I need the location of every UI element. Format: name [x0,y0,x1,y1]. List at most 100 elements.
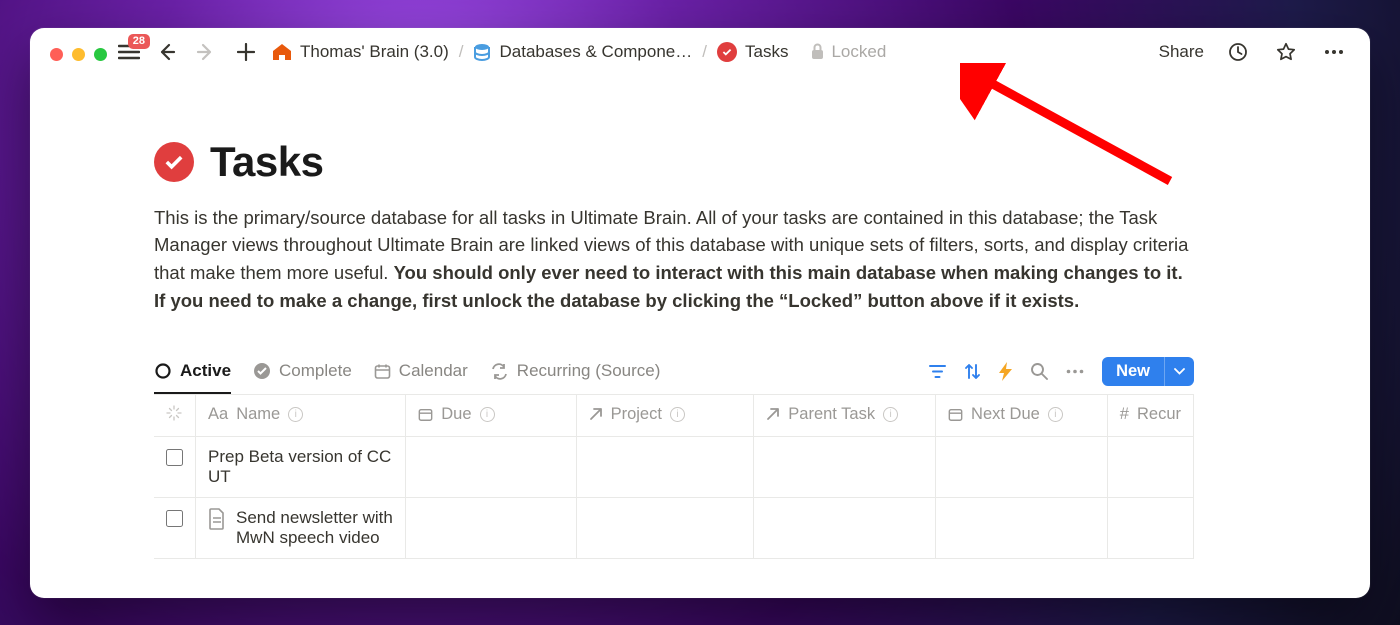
window-traffic-lights [50,48,107,61]
new-button-split: New [1102,357,1194,386]
sidebar-toggle[interactable]: 28 [118,43,140,61]
column-label: Due [441,405,471,424]
cell-next-due[interactable] [936,436,1108,497]
check-badge-icon [717,42,737,62]
page-description[interactable]: This is the primary/source database for … [154,204,1194,315]
relation-icon [766,407,780,421]
check-circle-filled-icon [253,362,271,380]
lock-icon [810,43,825,60]
column-header-due[interactable]: Duei [406,395,576,437]
column-label: Recur [1137,405,1181,424]
column-label: Project [611,405,662,424]
cell-name[interactable]: Send newsletter with MwN speech video [208,508,393,548]
tab-complete[interactable]: Complete [253,349,352,394]
cell-project[interactable] [576,436,754,497]
cell-parent-task[interactable] [754,497,936,558]
column-header-next-due[interactable]: Next Due i [936,395,1108,437]
tab-label: Recurring (Source) [517,361,661,381]
view-options-button[interactable] [1066,369,1084,374]
lightning-icon [999,362,1012,381]
cell-recur[interactable] [1107,436,1193,497]
sort-icon [964,363,981,380]
share-button[interactable]: Share [1159,42,1204,62]
notification-badge: 28 [128,34,150,49]
info-icon: i [883,407,898,422]
drag-handle-icon [166,405,182,421]
tab-active[interactable]: Active [154,349,231,394]
tab-label: Active [180,361,231,381]
automations-button[interactable] [999,362,1012,381]
row-menu-header [154,395,196,437]
cell-due[interactable] [406,436,576,497]
cell-next-due[interactable] [936,497,1108,558]
breadcrumb-tasks[interactable]: Tasks [717,42,788,62]
info-icon: i [670,407,685,422]
row-checkbox[interactable] [166,510,183,527]
clock-icon [1228,42,1248,62]
column-label: Next Due [971,405,1040,424]
tab-recurring[interactable]: Recurring (Source) [490,349,661,394]
database-icon [473,43,491,61]
cell-due[interactable] [406,497,576,558]
locked-indicator[interactable]: Locked [810,42,886,62]
sort-button[interactable] [964,363,981,380]
new-page-button[interactable] [232,38,260,66]
breadcrumb-databases[interactable]: Databases & Compone… [473,42,692,62]
cell-recur[interactable] [1107,497,1193,558]
table-row[interactable]: Send newsletter with MwN speech video [154,497,1194,558]
column-header-parent-task[interactable]: Parent Task i [754,395,936,437]
window-minimize[interactable] [72,48,85,61]
nav-back[interactable] [152,38,180,66]
cell-parent-task[interactable] [754,436,936,497]
row-name: Prep Beta version of CC UT [208,447,393,487]
window-zoom[interactable] [94,48,107,61]
favorite-button[interactable] [1272,38,1300,66]
locked-label: Locked [831,42,886,62]
page-title-row: Tasks [154,138,1194,186]
home-icon [272,43,292,61]
search-icon [1030,362,1048,380]
view-tabs: Active Complete Calendar Recurring (Sour… [154,349,660,394]
column-label: Name [236,405,280,424]
info-icon: i [288,407,303,422]
star-icon [1276,42,1296,62]
tab-label: Calendar [399,361,468,381]
breadcrumb-root[interactable]: Thomas' Brain (3.0) [272,42,449,62]
number-property-icon: # [1120,405,1129,424]
updates-button[interactable] [1224,38,1252,66]
app-window: 28 Thomas' Brain (3.0) / Databases & Com… [30,28,1370,598]
circle-outline-icon [154,362,172,380]
more-menu[interactable] [1320,38,1348,66]
tab-calendar[interactable]: Calendar [374,349,468,394]
new-button-dropdown[interactable] [1164,357,1194,386]
column-header-recur[interactable]: # Recur [1107,395,1193,437]
new-button[interactable]: New [1102,357,1164,386]
cell-project[interactable] [576,497,754,558]
ellipsis-icon [1066,369,1084,374]
table-row[interactable]: Prep Beta version of CC UT [154,436,1194,497]
column-label: Parent Task [788,405,875,424]
calendar-icon [948,407,963,422]
page-body: Tasks This is the primary/source databas… [30,76,1370,559]
tab-label: Complete [279,361,352,381]
page-icon[interactable] [154,142,194,182]
filter-button[interactable] [929,364,946,379]
calendar-icon [374,363,391,380]
text-property-icon: Aa [208,405,228,424]
column-header-project[interactable]: Project i [576,395,754,437]
column-header-name[interactable]: Aa Namei [196,395,406,437]
ellipsis-icon [1324,49,1344,55]
search-button[interactable] [1030,362,1048,380]
info-icon: i [1048,407,1063,422]
relation-icon [589,407,603,421]
database-toolbar: Active Complete Calendar Recurring (Sour… [154,349,1194,395]
cell-name[interactable]: Prep Beta version of CC UT [208,447,393,487]
page-title[interactable]: Tasks [210,138,323,186]
window-close[interactable] [50,48,63,61]
breadcrumb-separator: / [702,42,707,62]
arrow-right-icon [196,42,216,62]
page-icon [208,508,226,530]
row-checkbox[interactable] [166,449,183,466]
nav-forward[interactable] [192,38,220,66]
info-icon: i [480,407,495,422]
